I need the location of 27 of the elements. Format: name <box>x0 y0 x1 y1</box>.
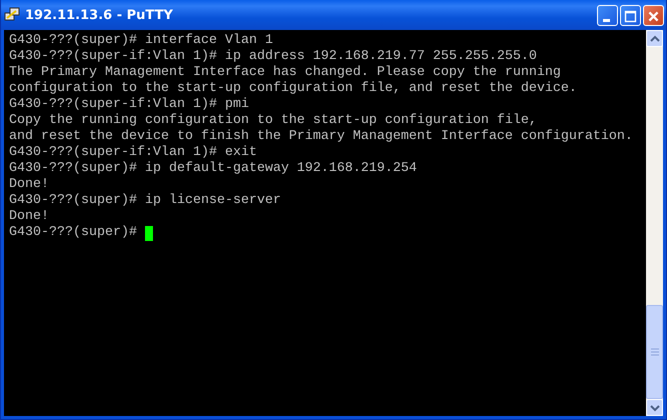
terminal-line: G430-???(super)# ip default-gateway 192.168.219.254 <box>9 161 418 177</box>
terminal-line: Copy the running configuration to the start-up configuration file, <box>9 113 538 129</box>
terminal-line: G430-???(super)# ip license-server <box>9 193 282 209</box>
scroll-up-button[interactable] <box>646 30 663 47</box>
terminal-line: G430-???(super-if:Vlan 1)# ip address 192.168.219.77 255.255.255.0 <box>9 49 538 65</box>
scroll-down-button[interactable] <box>646 399 663 416</box>
terminal-line: Done! <box>9 177 50 193</box>
terminal-line: The Primary Management Interface has changed. Please copy the running <box>9 65 562 81</box>
minimize-icon <box>603 18 610 22</box>
terminal-line: Done! <box>9 209 50 225</box>
grip-icon <box>650 348 658 356</box>
close-button[interactable] <box>643 4 664 26</box>
chevron-down-icon <box>650 404 660 412</box>
terminal-line: G430-???(super-if:Vlan 1)# exit <box>9 145 258 161</box>
terminal-line: G430-???(super)# interface Vlan 1 <box>9 33 274 49</box>
terminal-prompt: G430-???(super)# <box>9 225 137 241</box>
terminal-line: G430-???(super-if:Vlan 1)# pmi <box>9 97 250 113</box>
terminal-line: configuration to the start-up configuration file, and reset the device. <box>9 81 578 97</box>
chevron-up-icon <box>650 34 660 42</box>
minimize-button[interactable] <box>597 4 618 26</box>
terminal-line: and reset the device to finish the Primary Management Interface configuration. <box>9 129 634 145</box>
computer-icon <box>4 7 20 23</box>
text-cursor <box>144 226 153 240</box>
scrollbar-thumb[interactable] <box>646 305 663 399</box>
maximize-button[interactable] <box>620 4 641 26</box>
window-title: 192.11.13.6 - PuTTY <box>25 8 173 22</box>
scrollbar[interactable] <box>646 30 663 416</box>
